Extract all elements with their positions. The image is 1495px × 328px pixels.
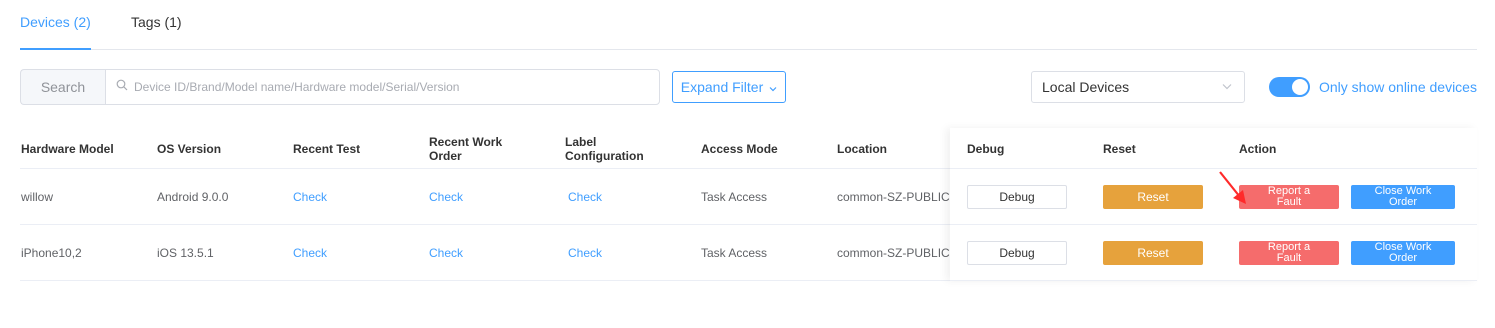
cell-hardware-model: iPhone10,2 [21,246,82,260]
online-only-toggle[interactable] [1269,77,1310,97]
header-recent-test: Recent Test [293,142,361,156]
fixed-action-columns: Debug Reset Action Debug Reset Report a … [950,128,1477,281]
report-fault-line2: Fault [1276,196,1302,208]
recent-work-order-link[interactable]: Check [429,246,463,260]
recent-work-order-link[interactable]: Check [429,190,463,204]
header-action: Action [1239,142,1277,156]
search-field[interactable] [105,69,660,105]
close-work-order-button[interactable]: Close Work Order [1351,241,1455,265]
online-only-label[interactable]: Only show online devices [1319,79,1477,95]
label-configuration-link[interactable]: Check [568,190,602,204]
reset-button[interactable]: Reset [1103,241,1203,265]
tab-tags[interactable]: Tags (1) [131,14,182,30]
cell-location: common-SZ-PUBLIC [837,246,950,260]
cell-access-mode: Task Access [701,190,768,204]
fixed-header-row: Debug Reset Action [950,128,1477,169]
recent-test-link[interactable]: Check [293,246,327,260]
recent-test-link[interactable]: Check [293,190,327,204]
header-recent-work-order-line2: Order [429,149,462,163]
header-os-version: OS Version [157,142,222,156]
report-fault-line2: Fault [1276,252,1302,264]
search-button[interactable]: Search [20,69,105,105]
device-source-value: Local Devices [1042,79,1130,95]
toggle-knob [1292,79,1308,95]
search-icon [116,78,128,96]
tab-devices[interactable]: Devices (2) [20,14,91,30]
tab-bar: Devices (2) Tags (1) [20,0,1477,50]
header-label-configuration-line2: Configuration [565,149,644,163]
header-access-mode: Access Mode [701,142,778,156]
fixed-row: Debug Reset Report a Fault Close Work Or… [950,169,1477,225]
expand-filter-label: Expand Filter [680,79,764,95]
search-group: Search [20,69,660,105]
chevron-down-icon [769,79,777,95]
header-location: Location [837,142,887,156]
cell-os-version: iOS 13.5.1 [157,246,214,260]
close-work-order-line2: Order [1388,196,1418,208]
close-work-order-line2: Order [1388,252,1418,264]
devices-page: Devices (2) Tags (1) Search Expand Filte… [0,0,1495,328]
device-source-select[interactable]: Local Devices [1031,71,1245,103]
header-hardware-model: Hardware Model [21,142,114,156]
header-recent-work-order-line1: Recent Work [429,135,503,149]
expand-filter-button[interactable]: Expand Filter [672,71,786,103]
search-input[interactable] [134,80,634,94]
report-fault-button[interactable]: Report a Fault [1239,185,1339,209]
annotation-arrow-icon [1219,171,1246,204]
cell-hardware-model: willow [21,190,54,204]
reset-button[interactable]: Reset [1103,185,1203,209]
label-configuration-link[interactable]: Check [568,246,602,260]
header-reset: Reset [1103,142,1136,156]
debug-button[interactable]: Debug [967,241,1067,265]
cell-location: common-SZ-PUBLIC [837,190,950,204]
report-fault-button[interactable]: Report a Fault [1239,241,1339,265]
fixed-row: Debug Reset Report a Fault Close Work Or… [950,225,1477,281]
header-label-configuration-line1: Label [565,135,597,149]
header-label-configuration: Label Configuration [565,135,644,163]
header-debug: Debug [967,142,1005,156]
close-work-order-button[interactable]: Close Work Order [1351,185,1455,209]
active-tab-indicator [20,48,91,50]
cell-access-mode: Task Access [701,246,768,260]
cell-os-version: Android 9.0.0 [157,190,229,204]
debug-button[interactable]: Debug [967,185,1067,209]
header-recent-work-order: Recent Work Order [429,135,502,163]
